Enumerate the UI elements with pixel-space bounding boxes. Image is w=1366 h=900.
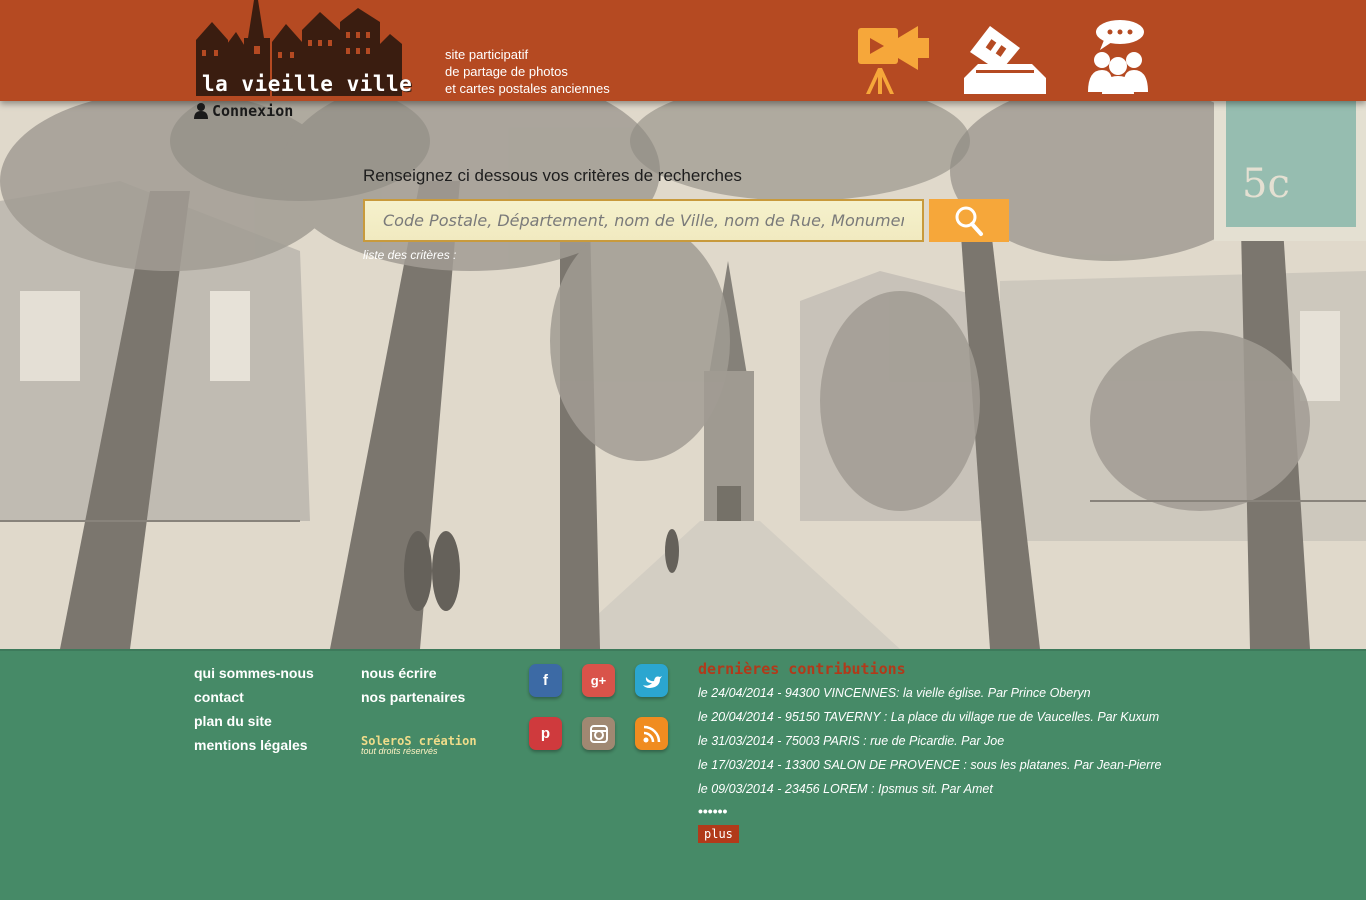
contribution-item[interactable]: le 24/04/2014 - 94300 VINCENNES: la viel… (698, 681, 1168, 705)
login-link[interactable]: Connexion (194, 102, 293, 120)
login-label: Connexion (212, 102, 294, 120)
site-logo[interactable]: la vieille ville (194, 0, 412, 97)
more-contributions-button[interactable]: plus (698, 825, 739, 843)
contributions-title: dernières contributions (698, 660, 906, 678)
rss-icon[interactable] (635, 717, 668, 750)
tagline-line: et cartes postales anciennes (445, 81, 610, 96)
pinterest-icon[interactable]: p (529, 717, 562, 750)
facebook-icon[interactable]: f (529, 664, 562, 697)
more-dots: •••••• (698, 803, 728, 819)
criteria-list-link[interactable]: liste des critères : (363, 248, 456, 262)
contribution-item[interactable]: le 09/03/2014 - 23456 LOREM : Ipsmus sit… (698, 777, 1168, 801)
footer-link-about[interactable]: qui sommes-nous (194, 661, 314, 685)
footer-link-sitemap[interactable]: plan du site (194, 709, 314, 733)
search-instructions: Renseignez ci dessous vos critères de re… (363, 166, 742, 185)
vote-ballot-icon[interactable] (962, 20, 1048, 96)
tagline-line: site participatif (445, 47, 529, 62)
search-input[interactable] (363, 199, 924, 242)
google-plus-icon[interactable]: g+ (582, 664, 615, 697)
tagline-line: de partage de photos (445, 64, 568, 79)
contribution-item[interactable]: le 31/03/2014 - 75003 PARIS : rue de Pic… (698, 729, 1168, 753)
footer-link-contact[interactable]: contact (194, 685, 314, 709)
footer-link-legal[interactable]: mentions légales (194, 733, 314, 757)
site-footer: qui sommes-nous contact plan du site men… (0, 649, 1366, 900)
twitter-icon[interactable] (635, 664, 668, 697)
contributions-list: le 24/04/2014 - 94300 VINCENNES: la viel… (698, 681, 1168, 801)
site-tagline: site participatif de partage de photos e… (445, 46, 610, 97)
magnifier-icon (955, 206, 983, 236)
search-button[interactable] (929, 199, 1009, 242)
footer-links-secondary: nous écrire nos partenaires (361, 661, 465, 709)
latest-contributions: dernières contributions le 24/04/2014 - … (698, 660, 1168, 843)
footer-link-write-us[interactable]: nous écrire (361, 661, 465, 685)
user-icon (194, 103, 208, 119)
site-credit[interactable]: SoleroS création tout droits réservés (361, 734, 477, 756)
video-camera-icon[interactable] (856, 20, 931, 96)
contribution-item[interactable]: le 17/03/2014 - 13300 SALON DE PROVENCE … (698, 753, 1168, 777)
footer-link-partners[interactable]: nos partenaires (361, 685, 465, 709)
instagram-icon[interactable] (582, 717, 615, 750)
footer-links-primary: qui sommes-nous contact plan du site men… (194, 661, 314, 757)
community-chat-icon[interactable] (1084, 20, 1152, 96)
contribution-item[interactable]: le 20/04/2014 - 95150 TAVERNY : La place… (698, 705, 1168, 729)
logo-text: la vieille ville (202, 72, 413, 96)
site-header: la vieille ville site participatif de pa… (0, 0, 1366, 101)
